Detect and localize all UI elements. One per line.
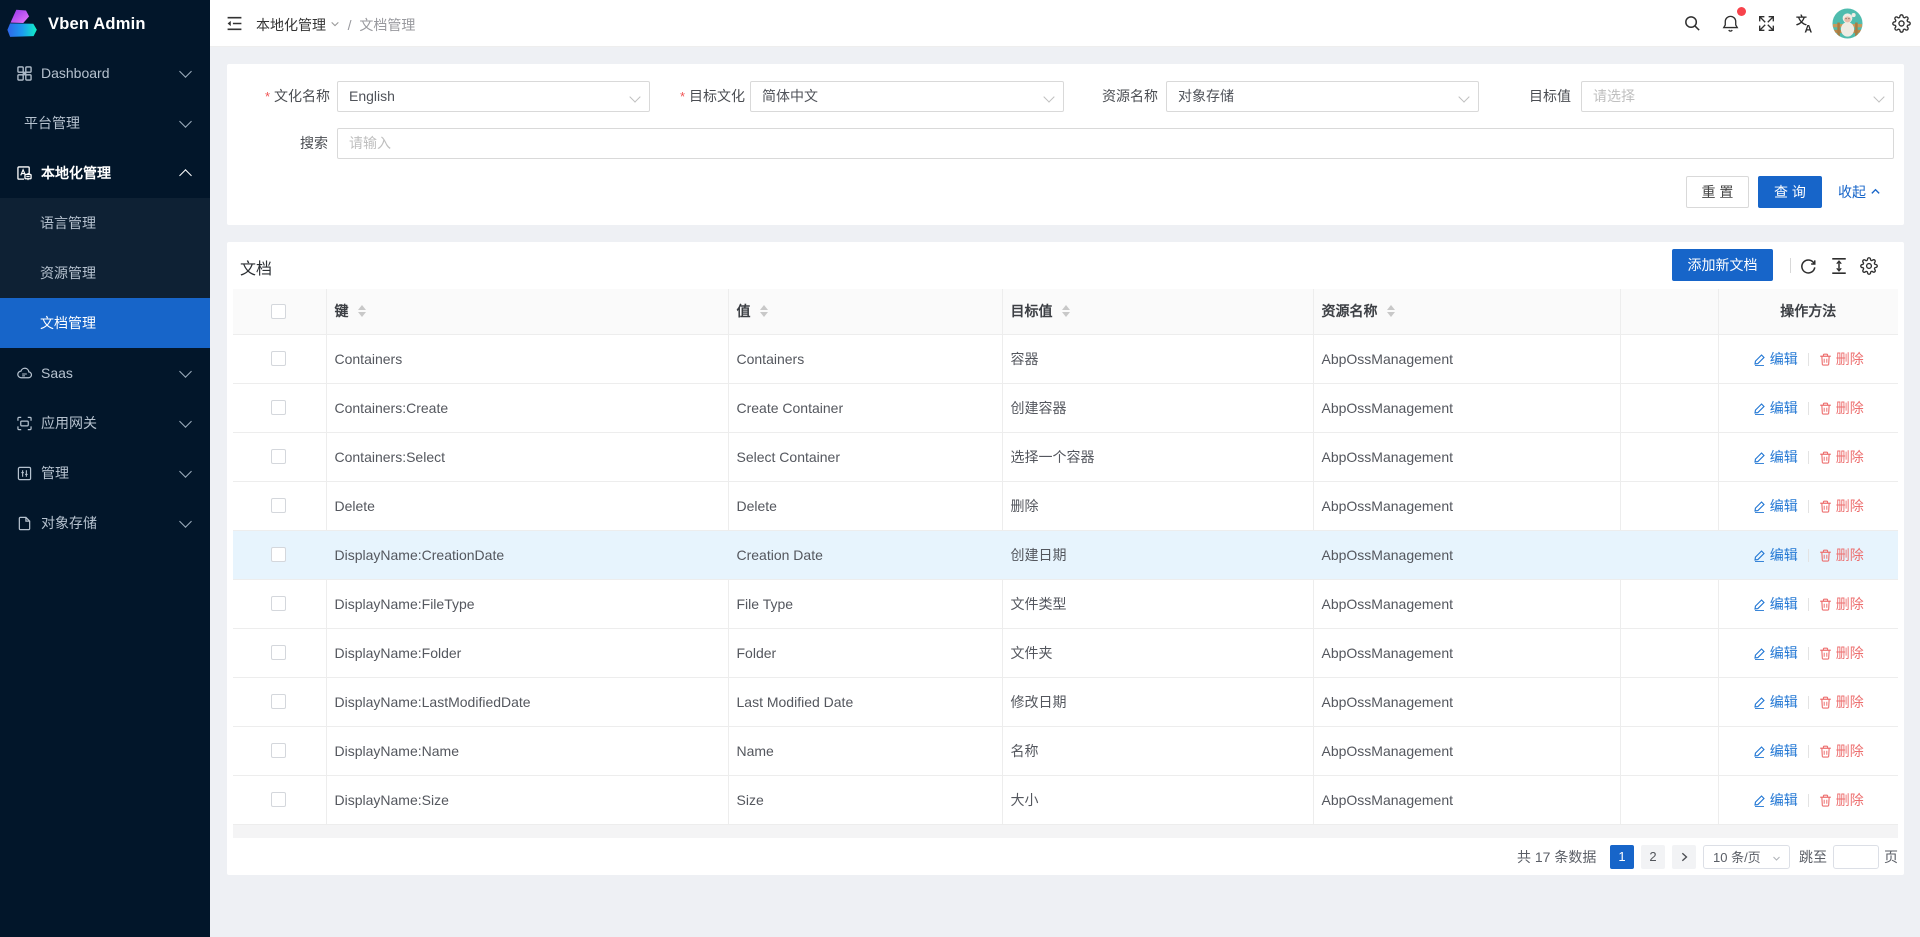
svg-text:A: A bbox=[1804, 23, 1812, 34]
